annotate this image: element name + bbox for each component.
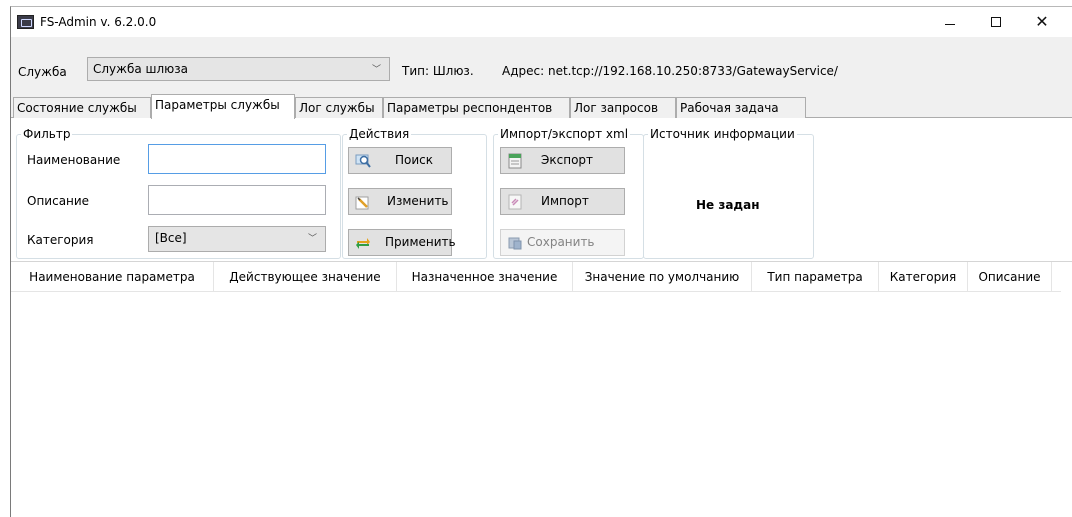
service-select[interactable]: Служба шлюза ﹀	[87, 57, 390, 81]
xml-group-title: Импорт/экспорт xml	[498, 127, 631, 141]
column-header-default-value[interactable]: Значение по умолчанию	[573, 262, 752, 292]
tab-respondent-params[interactable]: Параметры респондентов	[383, 97, 570, 118]
service-type: Тип: Шлюз.	[402, 64, 474, 78]
maximize-button[interactable]	[973, 7, 1019, 37]
minimize-button[interactable]	[927, 7, 973, 37]
close-button[interactable]: ✕	[1019, 7, 1065, 37]
search-button[interactable]: Поиск	[348, 147, 452, 174]
source-value: Не задан	[696, 198, 760, 212]
actions-group: Действия Поиск Изменить Применить	[342, 127, 487, 259]
source-group: Источник информации Не задан	[643, 127, 814, 259]
import-sheet-icon	[508, 194, 522, 210]
maximize-icon	[991, 17, 1001, 27]
chevron-down-icon: ﹀	[371, 65, 381, 75]
tab-label: Параметры респондентов	[387, 101, 553, 115]
service-label: Служба	[18, 65, 67, 79]
export-button[interactable]: Экспорт	[500, 147, 625, 174]
service-select-value: Служба шлюза	[93, 62, 189, 76]
window-title: FS-Admin v. 6.2.0.0	[40, 15, 157, 29]
chevron-down-icon: ﹀	[307, 234, 317, 244]
tab-label: Параметры службы	[155, 98, 280, 112]
name-input[interactable]	[148, 144, 326, 174]
tab-label: Рабочая задача	[680, 101, 779, 115]
export-sheet-icon	[508, 153, 522, 169]
parameters-grid[interactable]: Наименование параметра Действующее значе…	[11, 261, 1072, 517]
refresh-arrows-icon	[356, 238, 370, 249]
tab-label: Лог службы	[299, 101, 375, 115]
export-button-label: Экспорт	[541, 153, 594, 167]
main-window: FS-Admin v. 6.2.0.0 ✕ Служба Служба шлюз…	[10, 6, 1072, 517]
edit-button[interactable]: Изменить	[348, 188, 452, 215]
category-select-value: [Все]	[155, 231, 187, 245]
app-icon	[17, 15, 34, 29]
title-bar[interactable]: FS-Admin v. 6.2.0.0 ✕	[11, 7, 1072, 37]
service-bar: Служба Служба шлюза ﹀ Тип: Шлюз. Адрес: …	[11, 51, 1072, 87]
magnifier-icon	[355, 154, 371, 168]
tab-request-log[interactable]: Лог запросов	[570, 97, 676, 118]
tab-service-log[interactable]: Лог службы	[295, 97, 383, 118]
tab-service-params[interactable]: Параметры службы	[151, 94, 295, 119]
edit-button-label: Изменить	[387, 194, 449, 208]
name-label: Наименование	[27, 153, 121, 167]
save-button[interactable]: Сохранить	[500, 229, 625, 256]
column-header-param-name[interactable]: Наименование параметра	[11, 262, 214, 292]
apply-button[interactable]: Применить	[348, 229, 456, 256]
save-button-label: Сохранить	[527, 235, 595, 249]
category-select[interactable]: [Все] ﹀	[148, 226, 326, 252]
tab-label: Состояние службы	[17, 101, 137, 115]
tab-work-task[interactable]: Рабочая задача	[676, 97, 806, 118]
column-header-assigned-value[interactable]: Назначенное значение	[397, 262, 573, 292]
description-label: Описание	[27, 194, 90, 208]
service-address: Адрес: net.tcp://192.168.10.250:8733/Gat…	[502, 64, 838, 78]
category-label: Категория	[27, 233, 94, 247]
import-button[interactable]: Импорт	[500, 188, 625, 215]
description-input[interactable]	[148, 185, 326, 215]
minimize-icon	[945, 24, 955, 25]
grid-header: Наименование параметра Действующее значе…	[11, 262, 1061, 292]
import-button-label: Импорт	[541, 194, 589, 208]
pencil-icon	[355, 196, 369, 210]
column-header-current-value[interactable]: Действующее значение	[214, 262, 397, 292]
tab-strip: Состояние службы Параметры службы Лог сл…	[11, 94, 1072, 119]
column-header-param-type[interactable]: Тип параметра	[752, 262, 879, 292]
save-disk-icon	[508, 237, 522, 250]
actions-group-title: Действия	[347, 127, 412, 141]
tab-label: Лог запросов	[574, 101, 659, 115]
apply-button-label: Применить	[385, 235, 456, 249]
close-icon: ✕	[1035, 12, 1049, 31]
xml-group: Импорт/экспорт xml Экспорт Импорт Сохран…	[493, 127, 644, 259]
column-header-description[interactable]: Описание	[968, 262, 1052, 292]
filter-group: Фильтр Наименование Описание Категория […	[16, 127, 341, 259]
filter-group-title: Фильтр	[21, 127, 73, 141]
search-button-label: Поиск	[395, 153, 434, 167]
column-header-category[interactable]: Категория	[879, 262, 968, 292]
tab-service-state[interactable]: Состояние службы	[13, 97, 151, 118]
source-group-title: Источник информации	[648, 127, 797, 141]
service-params-panel: Фильтр Наименование Описание Категория […	[11, 118, 1072, 517]
